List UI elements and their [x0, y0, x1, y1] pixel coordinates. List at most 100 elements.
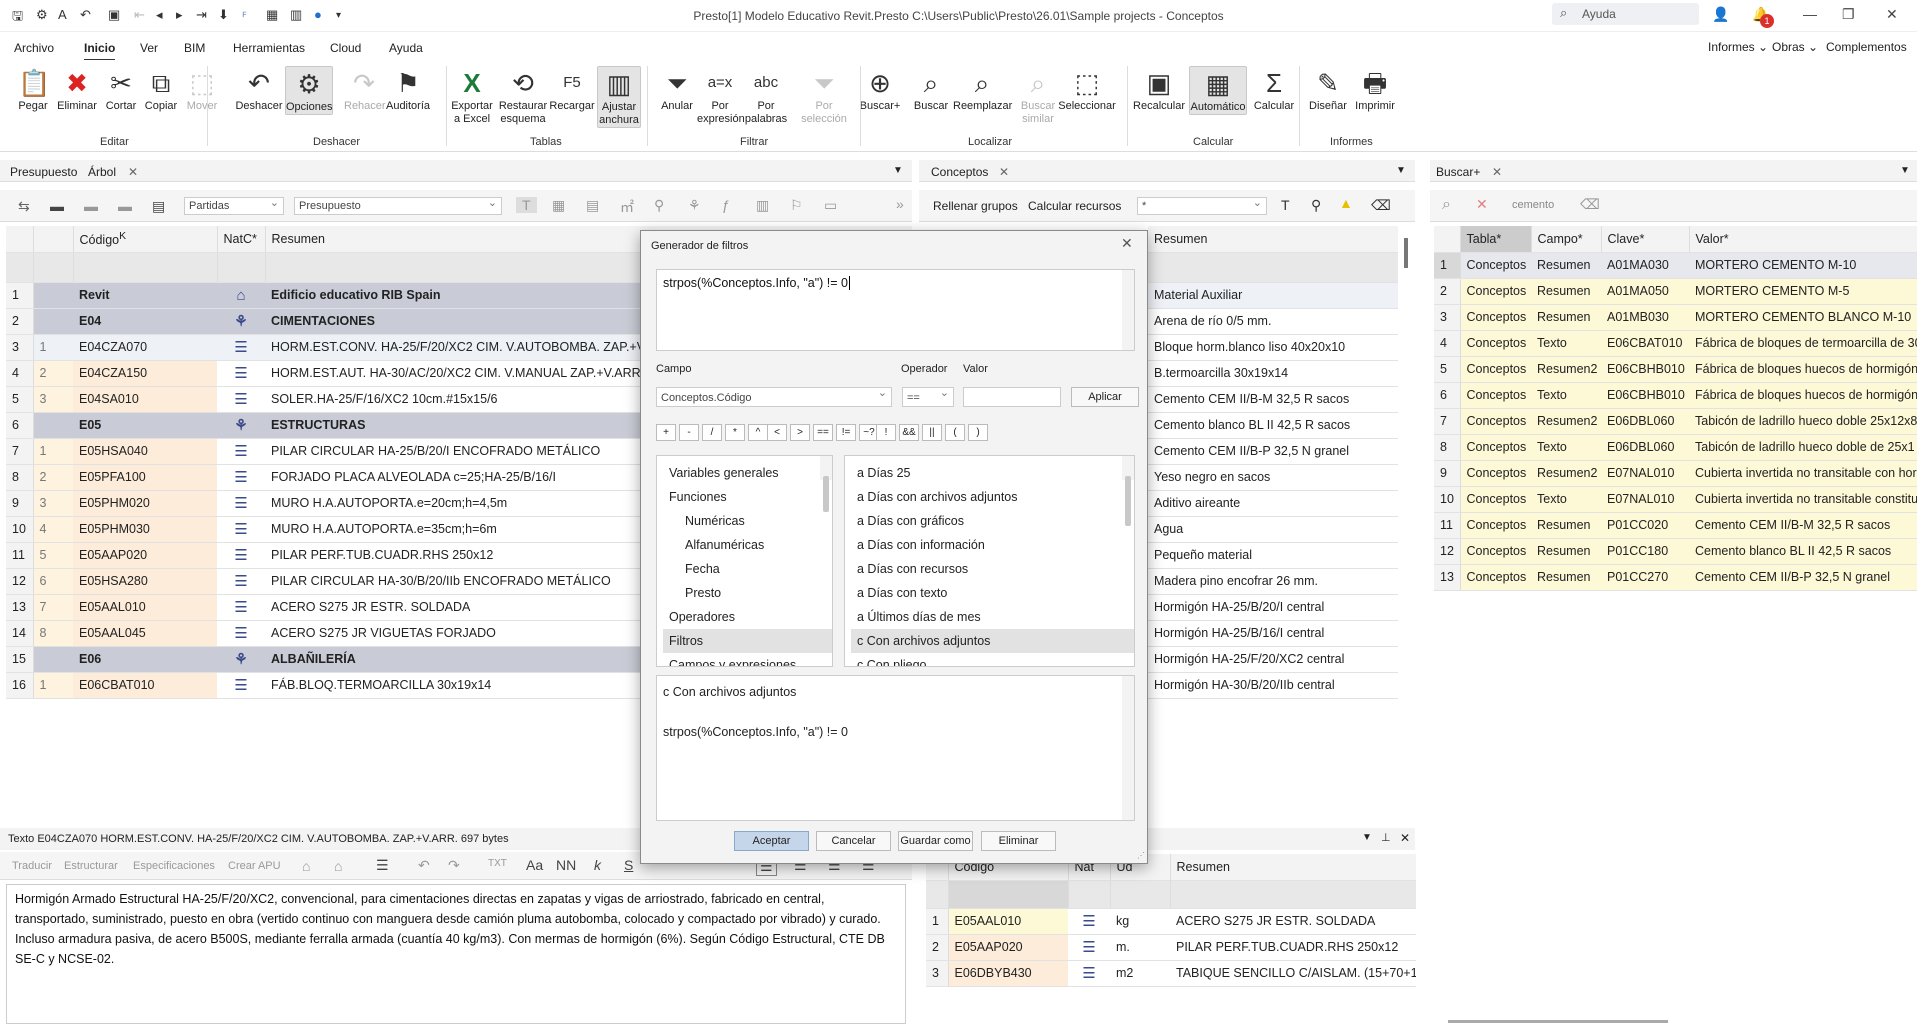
logic-operator-button[interactable]: && — [899, 424, 919, 441]
resumen-cell[interactable]: Agua — [1148, 516, 1398, 543]
tabla-cell[interactable]: Conceptos — [1460, 304, 1531, 331]
table-row[interactable]: 8 Conceptos Texto E06DBL060 Tabicón de ladri… — [1434, 434, 1917, 461]
campo-cell[interactable]: Resumen — [1531, 304, 1601, 331]
replace-button[interactable]: ⌕ Reemplazar — [953, 66, 1012, 113]
filter-cancel-button[interactable]: ⏷ Anular — [657, 66, 697, 113]
table-row[interactable]: 10 Conceptos Texto E07NAL010 Cubierta invert… — [1434, 486, 1917, 513]
close-icon[interactable]: ✕ — [1400, 831, 1410, 845]
resumen-cell[interactable]: Material Auxiliar — [1148, 282, 1398, 309]
underline-icon[interactable]: S — [624, 857, 633, 873]
code-cell[interactable]: E04SA010 — [73, 386, 217, 413]
code-cell[interactable]: E06DBYB430 — [948, 960, 1068, 987]
valor-cell[interactable]: Tabicón de ladrillo hueco doble 25x12x8 — [1689, 408, 1917, 435]
table-row[interactable]: 2 Conceptos Resumen A01MA050 MORTERO CEMENTO… — [1434, 278, 1917, 305]
filter-item[interactable]: a Días con recursos — [851, 557, 1134, 581]
code-cell[interactable]: E04CZA150 — [73, 360, 217, 387]
valor-input[interactable] — [963, 387, 1061, 407]
h-scrollbar[interactable] — [1448, 1020, 1668, 1023]
code-cell[interactable]: E05AAP020 — [948, 934, 1068, 961]
category-item[interactable]: Numéricas — [663, 509, 832, 533]
scrollbar[interactable] — [1122, 676, 1134, 820]
campo-cell[interactable]: Resumen2 — [1531, 408, 1601, 435]
table-row[interactable]: 13 Conceptos Resumen P01CC270 Cemento CEM II… — [1434, 564, 1917, 591]
expand-icon[interactable]: ⇆ — [18, 198, 30, 215]
eliminar-button[interactable]: Eliminar — [981, 831, 1056, 851]
cancel-icon[interactable]: ✕ — [1476, 196, 1488, 213]
tabla-cell[interactable]: Conceptos — [1460, 512, 1531, 539]
code-cell[interactable]: E04 — [73, 308, 217, 335]
code-cell[interactable]: E05HSA040 — [73, 438, 217, 465]
campo-cell[interactable]: Resumen — [1531, 564, 1601, 591]
scrollbar-thumb[interactable] — [823, 476, 829, 512]
table-row[interactable]: 3 E06DBYB430 ☰ m2 TABIQUE SENCILLO C/AISLAM.… — [926, 960, 1416, 987]
view-combo[interactable]: Presupuesto — [294, 196, 502, 215]
resumen-cell[interactable]: B.termoarcilla 30x19x14 — [1148, 360, 1398, 387]
measure-icon[interactable]: ㎡ — [620, 197, 634, 217]
resumen-cell[interactable]: Aditivo aireante — [1148, 490, 1398, 517]
campo-cell[interactable]: Texto — [1531, 382, 1601, 409]
table-row[interactable]: B.termoarcilla 30x19x14 — [1148, 360, 1398, 387]
scrollbar[interactable] — [1122, 456, 1134, 526]
attach-icon[interactable]: ⚲ — [654, 197, 664, 214]
tab-conceptos[interactable]: Conceptos — [931, 165, 988, 179]
pin-icon[interactable]: ⊥ — [1381, 831, 1391, 844]
structure-button[interactable]: Estructurar — [64, 860, 118, 872]
filter-item[interactable]: a Días con archivos adjuntos — [851, 485, 1134, 509]
undo-icon[interactable]: ↶ — [418, 857, 430, 874]
tabla-cell[interactable]: Conceptos — [1460, 460, 1531, 487]
select-button[interactable]: ⬚ Seleccionar — [1057, 66, 1117, 113]
valor-cell[interactable]: Cemento blanco BL II 42,5 R sacos — [1689, 538, 1917, 565]
clear-icon[interactable]: ⌫ — [1371, 197, 1391, 214]
clave-cell[interactable]: E06DBL060 — [1601, 434, 1689, 461]
code-cell[interactable]: E05PFA100 — [73, 464, 217, 491]
resumen-cell[interactable]: Arena de río 0/5 mm. — [1148, 308, 1398, 335]
campo-cell[interactable]: Resumen — [1531, 252, 1601, 279]
code-cell[interactable]: E06CBAT010 — [73, 672, 217, 699]
filter-item[interactable]: c Con pliego — [851, 653, 1134, 666]
redo-icon[interactable]: ↷ — [448, 857, 460, 874]
resumen-cell[interactable]: Pequeño material — [1148, 542, 1398, 569]
txt-icon[interactable]: TXT — [488, 858, 507, 869]
campo-cell[interactable]: Texto — [1531, 434, 1601, 461]
search-icon[interactable]: ⌕ — [1442, 196, 1451, 214]
layout-icon[interactable]: ▭ — [824, 197, 837, 214]
col-codigo[interactable]: CódigoK — [73, 226, 218, 253]
code-cell[interactable]: E04CZA070 — [73, 334, 217, 361]
table-row[interactable]: Hormigón HA-25/F/20/XC2 central — [1148, 646, 1398, 673]
clave-cell[interactable]: E07NAL010 — [1601, 486, 1689, 513]
text-icon[interactable]: T — [1281, 197, 1290, 213]
filter-item[interactable]: a Días 25 — [851, 461, 1134, 485]
tree-icon[interactable]: ⚘ — [688, 197, 701, 214]
resumen-cell[interactable]: Hormigón HA-25/F/20/XC2 central — [1148, 646, 1398, 673]
compare-operator-button[interactable]: != — [836, 424, 856, 441]
conceptos-combo[interactable]: * — [1137, 196, 1267, 215]
home-icon[interactable]: ⌂ — [302, 858, 310, 874]
clave-cell[interactable]: P01CC270 — [1601, 564, 1689, 591]
level4-icon[interactable]: ▤ — [152, 198, 165, 215]
menu-ayuda[interactable]: Ayuda — [389, 41, 423, 55]
home2-icon[interactable]: ⌂ — [334, 858, 342, 874]
tabla-cell[interactable]: Conceptos — [1460, 382, 1531, 409]
clipboard-button[interactable]: 📋 Pegar — [18, 66, 50, 113]
redo-button[interactable]: ↷ Rehacer — [344, 66, 386, 113]
category-item[interactable]: Fecha — [663, 557, 832, 581]
compare-operator-button[interactable]: == — [813, 424, 833, 441]
table-row[interactable]: Cemento blanco BL II 42,5 R sacos — [1148, 412, 1398, 439]
col-clave[interactable]: Clave* — [1601, 226, 1690, 253]
code-cell[interactable]: E05PHM020 — [73, 490, 217, 517]
menu-bim[interactable]: BIM — [184, 41, 205, 55]
grid-icon[interactable]: ▥ — [756, 197, 769, 214]
filter-sel-button[interactable]: ⏷ Por selección — [801, 66, 847, 126]
menu-informes[interactable]: Informes ⌄ — [1708, 40, 1768, 54]
fit-width-button[interactable]: ▥ Ajustar anchura — [597, 66, 641, 128]
clave-cell[interactable]: E06CBAT010 — [1601, 330, 1689, 357]
clave-cell[interactable]: A01MA030 — [1601, 252, 1689, 279]
restore-icon[interactable]: ❐ — [1842, 6, 1855, 23]
resumen-cell[interactable]: Cemento CEM II/B-M 32,5 R sacos — [1148, 386, 1398, 413]
scrollbar[interactable] — [820, 456, 832, 512]
menu-obras[interactable]: Obras ⌄ — [1772, 40, 1818, 54]
close-icon[interactable]: ✕ — [999, 165, 1009, 179]
text-editor[interactable]: Hormigón Armado Estructural HA-25/F/20/X… — [6, 884, 906, 1024]
resumen-cell[interactable]: Bloque horm.blanco liso 40x20x10 — [1148, 334, 1398, 361]
similar-button[interactable]: ⌕ Buscar similar — [1018, 66, 1058, 126]
